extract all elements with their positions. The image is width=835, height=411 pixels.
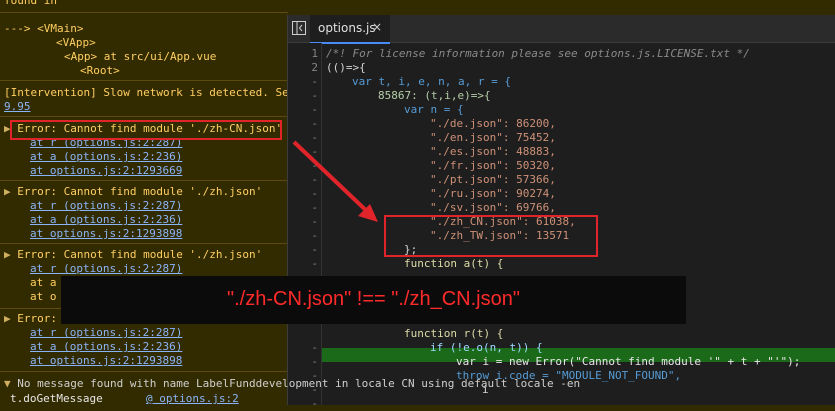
console-separator	[0, 80, 288, 81]
stack-frame: at o	[30, 290, 57, 304]
stack-frame-text[interactable]: at r (options.js:2:287)	[30, 262, 182, 275]
console-found-in: found in	[4, 0, 57, 7]
code-line: "./pt.json": 57366,	[430, 173, 556, 186]
stack-frame-text[interactable]: at a (options.js:2:236)	[30, 340, 182, 353]
stack-frame-text: at a	[30, 276, 57, 289]
stack-frame-text: at o	[30, 290, 57, 303]
code-line: (()=>{	[326, 61, 366, 74]
tab-label: options.js	[318, 21, 376, 35]
stack-frame-text[interactable]: at options.js:2:1293669	[30, 164, 182, 177]
error-row[interactable]: ▶ Error: Cannot find module './zh.json'	[4, 248, 262, 262]
warning-text: No message found with name LabelFunddeve…	[17, 377, 581, 390]
code-line: /*! For license information please see o…	[326, 47, 750, 60]
no-message-warning: ▼ No message found with name LabelFundde…	[4, 377, 580, 391]
code-line: "./ru.json": 90274,	[430, 187, 556, 200]
code-line: "./en.json": 75452,	[430, 131, 556, 144]
code-line: function r(t) {	[404, 327, 504, 340]
tab-bar: options.js ×	[288, 15, 835, 44]
error-message: Error: Cannot find module './zh.json'	[17, 248, 263, 261]
console-separator	[0, 371, 288, 372]
toggle-navigator-icon[interactable]	[292, 21, 306, 35]
line-number[interactable]: -	[288, 117, 318, 131]
line-number[interactable]: -	[288, 103, 318, 117]
stack-frame: at r (options.js:2:287)	[30, 326, 182, 340]
stack-frame-text[interactable]: at options.js:2:1293898	[30, 354, 182, 367]
stack-frame: at r (options.js:2:287)	[30, 262, 182, 276]
stack-frame-text[interactable]: at a (options.js:2:236)	[30, 213, 182, 226]
component-tree-line: ---> <VMain>	[4, 22, 84, 35]
code-line: "./fr.json": 50320,	[430, 159, 556, 172]
code-line: if (!e.o(n, t)) {	[430, 341, 543, 354]
console-separator	[0, 116, 288, 117]
expand-triangle-icon[interactable]: ▶	[4, 248, 11, 261]
line-number[interactable]: -	[288, 229, 318, 243]
stack-frame-text[interactable]: at r (options.js:2:287)	[30, 199, 182, 212]
line-number[interactable]: 2	[288, 61, 318, 75]
component-tree-line: <VApp>	[56, 36, 96, 49]
code-line: 85867: (t,i,e)=>{	[378, 89, 491, 102]
stack-frame: at a	[30, 276, 57, 290]
component-tree-line: <Root>	[80, 64, 120, 77]
expand-triangle-icon[interactable]: ▶	[4, 312, 11, 325]
code-line: var t, i, e, n, a, r = {	[352, 75, 511, 88]
line-number[interactable]: -	[288, 89, 318, 103]
stack-frame-text[interactable]: at r (options.js:2:287)	[30, 326, 182, 339]
red-arrow-icon	[292, 140, 378, 222]
code-line: function a(t) {	[404, 257, 504, 270]
console-separator	[0, 243, 288, 244]
stack-frame-text[interactable]: at options.js:2:1293898	[30, 227, 182, 240]
error-row[interactable]: ▶ Error:	[4, 312, 57, 326]
code-line: "./de.json": 86200,	[430, 117, 556, 130]
code-line: "./es.json": 48883,	[430, 145, 556, 158]
line-number[interactable]: -	[288, 257, 318, 271]
annotation-text: "./zh-CN.json" !== "./zh_CN.json"	[227, 288, 520, 310]
console-separator	[0, 180, 288, 181]
code-line: "./sv.json": 69766,	[430, 201, 556, 214]
tab-options-js[interactable]: options.js ×	[310, 15, 390, 44]
stack-frame: at a (options.js:2:236)	[30, 213, 182, 227]
line-number[interactable]: -	[288, 355, 318, 369]
stack-function: t.doGetMessage	[10, 392, 103, 405]
stack-link[interactable]: @ options.js:2	[146, 392, 239, 406]
expand-triangle-icon[interactable]: ▼	[4, 377, 11, 390]
error-message: Error:	[17, 312, 57, 325]
error-message: Error: Cannot find module './zh.json'	[17, 185, 263, 198]
stack-frame: at a (options.js:2:236)	[30, 340, 182, 354]
line-number[interactable]: 1	[288, 47, 318, 61]
code-line: var n = {	[404, 103, 464, 116]
console-separator	[0, 12, 288, 13]
close-icon[interactable]: ×	[372, 20, 382, 34]
line-number[interactable]: -	[288, 75, 318, 89]
intervention-link[interactable]: 9.95	[4, 100, 31, 114]
component-tree-line: <App> at src/ui/App.vue	[64, 50, 217, 63]
line-number[interactable]: -	[288, 243, 318, 257]
stack-frame: at a (options.js:2:236)	[30, 150, 182, 164]
stack-frame: at options.js:2:1293898	[30, 227, 182, 241]
stack-frame: at r (options.js:2:287)	[30, 199, 182, 213]
error-row[interactable]: ▶ Error: Cannot find module './zh.json'	[4, 185, 262, 199]
intervention-message: [Intervention] Slow network is detected.…	[4, 86, 288, 99]
code-highlight-box	[384, 215, 598, 257]
console-bottom: ▼ No message found with name LabelFundde…	[0, 375, 835, 405]
stack-frame-text[interactable]: at a (options.js:2:236)	[30, 150, 182, 163]
stack-frame: at options.js:2:1293898	[30, 354, 182, 368]
code-line-throw-error: var i = new Error("Cannot find module '"…	[456, 355, 801, 368]
console-panel: found in ---> <VMain> <VApp> <App> at sr…	[0, 0, 288, 405]
stack-frame: at options.js:2:1293669	[30, 164, 182, 178]
annotation-banner: "./zh-CN.json" !== "./zh_CN.json"	[61, 276, 686, 324]
expand-triangle-icon[interactable]: ▶	[4, 185, 11, 198]
error-highlight-box	[10, 120, 282, 140]
line-number[interactable]: -	[288, 341, 318, 355]
